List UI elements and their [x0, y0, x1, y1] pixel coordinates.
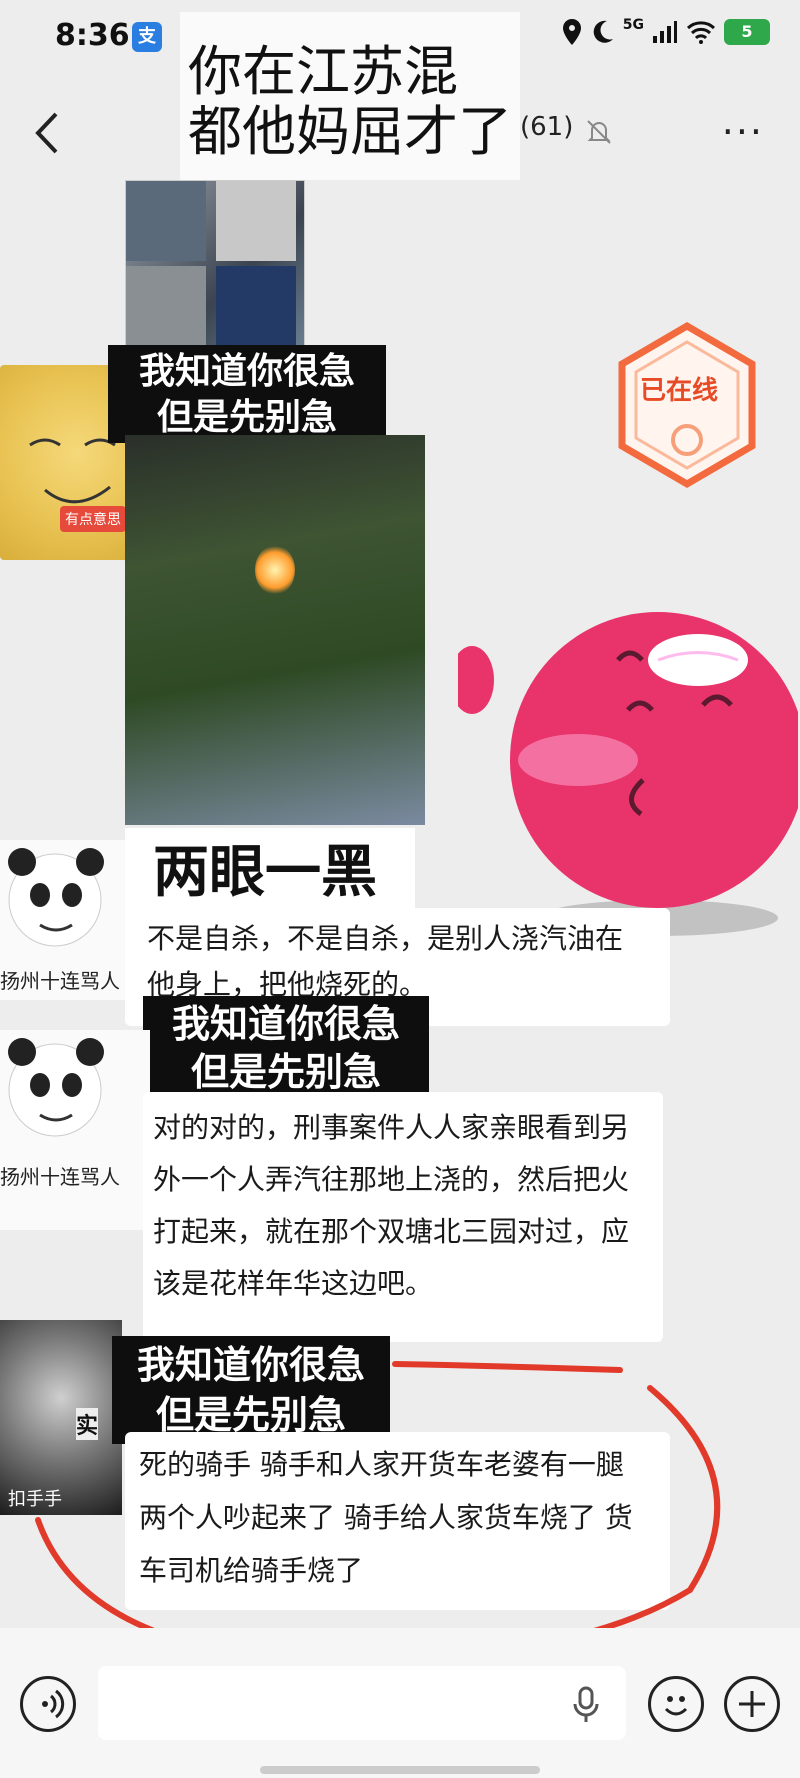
location-icon	[562, 19, 581, 45]
shared-image-thumbnail[interactable]	[125, 180, 305, 350]
battery-icon: 5	[724, 19, 770, 45]
panda-face-icon	[8, 1038, 104, 1137]
avatar[interactable]: 实 扣手手	[0, 1320, 122, 1515]
home-indicator	[260, 1766, 540, 1774]
meme-caption: 我知道你很急 但是先别急	[143, 996, 429, 1100]
message-bubble[interactable]: 死的骑手 骑手和人家开货车老婆有一腿 两个人吵起来了 骑手给人家货车烧了 货车司…	[125, 1432, 670, 1610]
thumbnail-quadrant	[126, 266, 206, 346]
smile-icon	[664, 1696, 688, 1716]
voice-icon	[42, 1689, 65, 1719]
avatar-caption: 扣手手	[8, 1489, 62, 1510]
plus-icon	[739, 1691, 765, 1717]
chat-title-overlay: 你在江苏混 都他妈屈才了	[180, 12, 520, 180]
thumbnail-quadrant	[126, 181, 206, 261]
shared-photo[interactable]	[125, 435, 425, 825]
wifi-icon	[686, 21, 716, 44]
message-input[interactable]	[98, 1666, 626, 1740]
signal-icon	[653, 21, 677, 43]
chevron-left-icon	[35, 112, 58, 154]
meme-caption: 我知道你很急 但是先别急	[112, 1336, 390, 1444]
online-label: 已在线	[640, 376, 719, 406]
back-button[interactable]	[28, 108, 68, 158]
meme-caption-line-1: 我知道你很急	[136, 1342, 365, 1387]
voice-toggle-button[interactable]	[20, 1676, 76, 1732]
meme-caption-line-1: 我知道你很急	[138, 350, 355, 392]
status-icons: 5G 5	[561, 17, 770, 46]
emoji-button[interactable]	[648, 1676, 704, 1732]
flame-icon	[255, 545, 295, 595]
network-label: 5G	[622, 17, 644, 33]
avatar-text: 实	[76, 1408, 99, 1440]
alipay-notification-icon: 支	[132, 22, 162, 52]
message-bubble[interactable]: 对的对的，刑事案件人人家亲眼看到另外一个人弄汽往那地上浇的，然后把火打起来，就在…	[143, 1092, 663, 1342]
sticker-text: 两眼一黑	[125, 828, 415, 916]
input-bar	[0, 1628, 800, 1778]
title-line-1: 你在江苏混	[188, 40, 458, 103]
moon-icon	[593, 20, 613, 43]
status-time: 8:36	[55, 18, 130, 53]
more-actions-button[interactable]	[724, 1676, 780, 1732]
message-text: 对的对的，刑事案件人人家亲眼看到另外一个人弄汽往那地上浇的，然后把火打起来，就在…	[153, 1111, 630, 1300]
meme-caption-line-2: 但是先别急	[190, 1049, 381, 1094]
title-line-2: 都他妈屈才了	[188, 100, 512, 163]
avatar-caption: 扬州十连骂人	[0, 1165, 120, 1189]
meme-caption-line-2: 但是先别急	[156, 396, 337, 438]
message-text: 不是自杀，不是自杀，是别人浇汽油在他身上，把他烧死的。	[147, 922, 624, 1001]
pink-ball-sticker[interactable]	[458, 600, 798, 940]
member-count: (61)	[520, 112, 574, 142]
avatar[interactable]: 扬州十连骂人	[0, 1030, 150, 1230]
mute-bell-icon	[587, 120, 611, 144]
avatar-badge: 有点意思	[60, 506, 126, 532]
avatar-caption: 扬州十连骂人	[0, 969, 120, 993]
message-text: 死的骑手 骑手和人家开货车老婆有一腿 两个人吵起来了 骑手给人家货车烧了 货车司…	[139, 1448, 633, 1587]
microphone-icon[interactable]	[570, 1686, 602, 1724]
meme-caption-line-1: 我知道你很急	[171, 1001, 400, 1046]
thumbnail-quadrant	[216, 181, 296, 261]
more-options-button[interactable]: ···	[722, 110, 764, 154]
meme-caption: 我知道你很急 但是先别急	[108, 345, 386, 443]
thumbnail-quadrant	[216, 266, 296, 346]
